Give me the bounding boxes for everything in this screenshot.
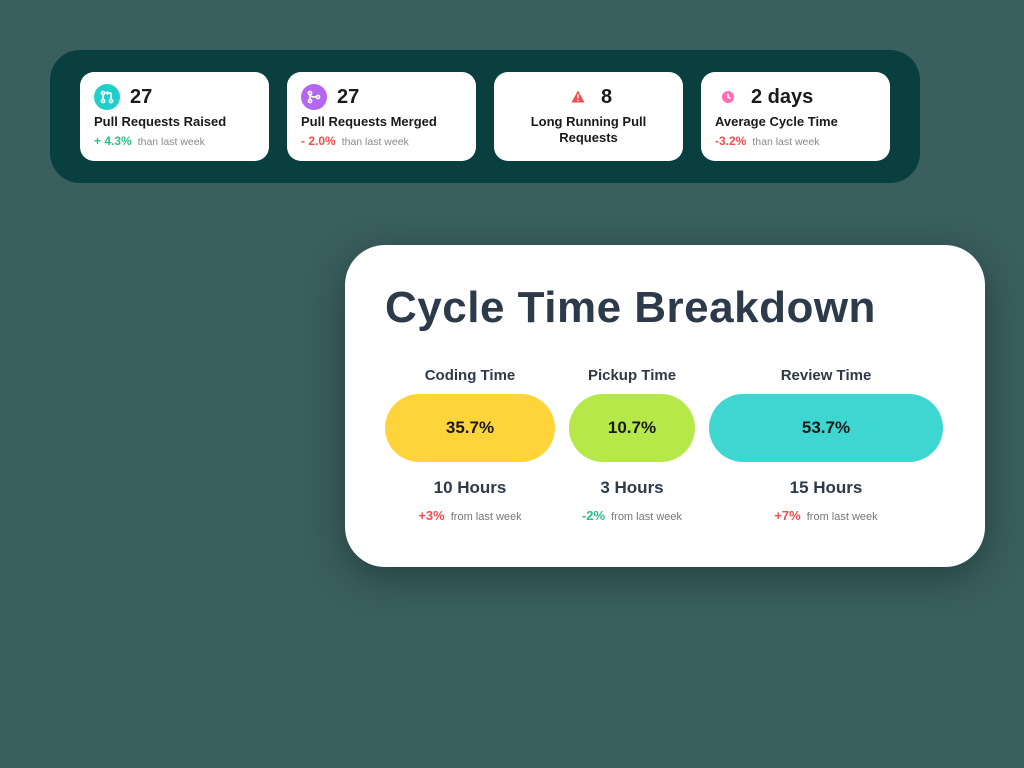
stat-card-top: 8 xyxy=(508,84,669,110)
phase-percent: 35.7% xyxy=(446,418,494,438)
stat-delta: + 4.3% than last week xyxy=(94,134,255,148)
stat-card-top: 27 xyxy=(94,84,255,110)
delta-value: + 4.3% xyxy=(94,134,132,148)
delta-value: - 2.0% xyxy=(301,134,336,148)
stat-bar: 27 Pull Requests Raised + 4.3% than last we… xyxy=(50,50,920,183)
phase-delta-value: -2% xyxy=(582,508,605,523)
phase-percent: 10.7% xyxy=(608,418,656,438)
delta-caption: than last week xyxy=(138,136,205,148)
clock-icon xyxy=(715,84,741,110)
phase-column: Pickup Time 10.7% 3 Hours -2% from last week xyxy=(569,367,695,523)
delta-caption: than last week xyxy=(342,136,409,148)
stat-label: Pull Requests Raised xyxy=(94,114,255,130)
phase-hours: 3 Hours xyxy=(600,478,663,498)
phase-pill: 10.7% xyxy=(569,394,695,462)
phase-pill: 53.7% xyxy=(709,394,943,462)
phase-delta-value: +3% xyxy=(418,508,444,523)
stat-label: Pull Requests Merged xyxy=(301,114,462,130)
phase-label: Pickup Time xyxy=(588,367,676,384)
pr-merged-icon xyxy=(301,84,327,110)
stat-card: 2 days Average Cycle Time -3.2% than last w… xyxy=(701,72,890,161)
phase-column: Review Time 53.7% 15 Hours +7% from last wee… xyxy=(709,367,943,523)
phase-delta: +7% from last week xyxy=(774,508,877,523)
phase-delta: -2% from last week xyxy=(582,508,682,523)
stat-card-top: 2 days xyxy=(715,84,876,110)
stat-label: Average Cycle Time xyxy=(715,114,876,130)
delta-value: -3.2% xyxy=(715,134,746,148)
phase-label: Coding Time xyxy=(425,367,516,384)
phase-hours: 10 Hours xyxy=(434,478,507,498)
phase-delta-caption: from last week xyxy=(611,511,682,523)
alert-icon xyxy=(565,84,591,110)
stat-card: 27 Pull Requests Merged - 2.0% than last we… xyxy=(287,72,476,161)
stat-card-top: 27 xyxy=(301,84,462,110)
stat-label: Long Running Pull Requests xyxy=(508,114,669,147)
cycle-time-breakdown-panel: Cycle Time Breakdown Coding Time 35.7% 10 … xyxy=(345,245,985,567)
stat-card: 8 Long Running Pull Requests xyxy=(494,72,683,161)
phase-percent: 53.7% xyxy=(802,418,850,438)
phase-delta-value: +7% xyxy=(774,508,800,523)
stat-delta: - 2.0% than last week xyxy=(301,134,462,148)
phase-delta: +3% from last week xyxy=(418,508,521,523)
pr-open-icon xyxy=(94,84,120,110)
breakdown-title: Cycle Time Breakdown xyxy=(385,283,945,333)
stat-value: 27 xyxy=(337,86,359,109)
stat-value: 8 xyxy=(601,86,612,109)
breakdown-row: Coding Time 35.7% 10 Hours +3% from last wee… xyxy=(385,367,945,523)
phase-label: Review Time xyxy=(781,367,872,384)
stat-value: 2 days xyxy=(751,86,813,109)
delta-caption: than last week xyxy=(752,136,819,148)
phase-hours: 15 Hours xyxy=(790,478,863,498)
stat-delta: -3.2% than last week xyxy=(715,134,876,148)
stat-value: 27 xyxy=(130,86,152,109)
stat-card: 27 Pull Requests Raised + 4.3% than last we… xyxy=(80,72,269,161)
phase-delta-caption: from last week xyxy=(451,511,522,523)
phase-pill: 35.7% xyxy=(385,394,555,462)
phase-delta-caption: from last week xyxy=(807,511,878,523)
phase-column: Coding Time 35.7% 10 Hours +3% from last wee… xyxy=(385,367,555,523)
